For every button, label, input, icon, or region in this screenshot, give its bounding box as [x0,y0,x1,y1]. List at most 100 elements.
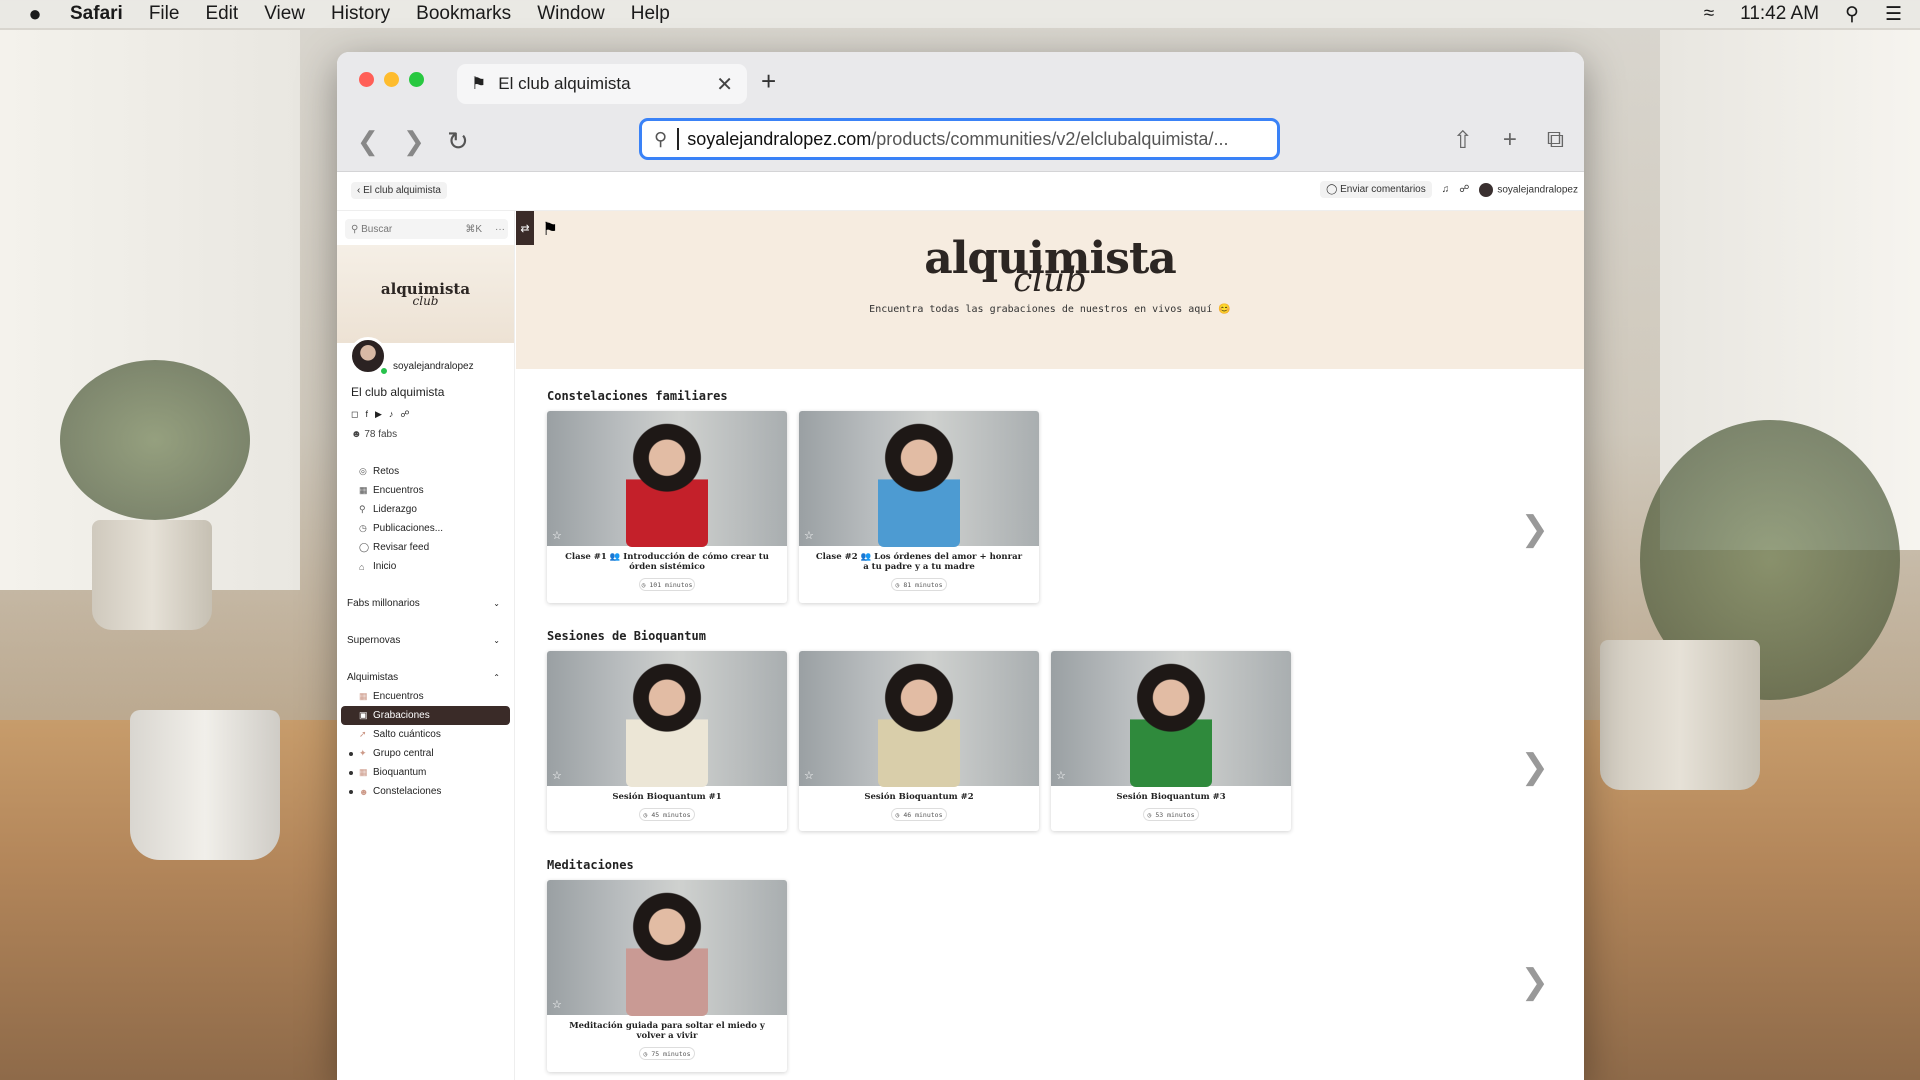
menu-edit[interactable]: Edit [205,3,238,25]
recording-card[interactable]: ☆ Sesión Bioquantum #1 ◷ 45 minutos [547,651,787,831]
recording-card[interactable]: ☆ Meditación guiada para soltar el miedo… [547,880,787,1072]
reload-icon[interactable]: ↻ [447,126,469,157]
group-supernovas[interactable]: Supernovas ⌄ [337,631,514,650]
clock-icon: ◷ [359,523,367,533]
instagram-icon[interactable]: ◻ [351,409,358,420]
menu-help[interactable]: Help [631,3,670,25]
user-menu[interactable]: soyalejandralopez [1479,182,1578,197]
menu-safari[interactable]: Safari [70,3,123,25]
chat-icon: ◯ [359,542,370,552]
menubar-clock[interactable]: 11:42 AM [1740,3,1819,25]
search-input[interactable]: ⚲ Buscar ⌘K ··· [345,219,508,239]
browser-tab[interactable]: ⚑ El club alquimista ✕ [457,64,747,104]
calendar-icon: ▦ [359,485,368,495]
presenter-image [626,663,708,787]
menu-history[interactable]: History [331,3,390,25]
back-to-community-link[interactable]: ‹ El club alquimista [351,182,447,199]
address-bar[interactable]: ⚲ soyalejandralopez.com /products/commun… [639,118,1280,160]
members-label: 78 fabs [364,429,398,440]
trophy-icon: ⚲ [359,504,366,514]
grid-icon: ▦ [359,767,368,777]
group-label: Alquimistas [347,672,399,683]
sidebar-item-bioquantum[interactable]: ▦ Bioquantum [337,763,514,782]
tiktok-icon[interactable]: ♪ [389,409,394,420]
sidebar-item-salto-cuanticos[interactable]: ➚ Salto cuánticos [337,725,514,744]
menu-bookmarks[interactable]: Bookmarks [416,3,511,25]
sidebar-item-grupo-central[interactable]: ✦ Grupo central [337,744,514,763]
add-tab-icon[interactable]: + [1503,126,1517,155]
menu-bar: ● Safari File Edit View History Bookmark… [0,0,1920,28]
shop-icon[interactable]: ☍ [400,409,409,420]
section-meditaciones: Meditaciones ☆ Meditación guiada para so… [547,858,1577,1072]
star-icon[interactable]: ☆ [552,529,562,542]
sparkle-icon: ✦ [359,748,367,758]
star-icon[interactable]: ☆ [552,769,562,782]
close-tab-icon[interactable]: ✕ [716,72,733,97]
bell-icon[interactable]: ♫ [1442,184,1450,195]
forward-arrow-icon[interactable]: ❯ [403,126,425,157]
sidebar-toggle-button[interactable]: ⇄ [516,211,534,245]
page-topbar: ‹ El club alquimista ◯ Enviar comentario… [337,173,1584,211]
profile-username[interactable]: soyalejandralopez [393,361,474,372]
star-icon[interactable]: ☆ [804,529,814,542]
avatar [1479,182,1494,197]
chevron-right-icon[interactable]: ❯ [1521,747,1550,787]
hero-description: Encuentra todas las grabaciones de nuest… [869,304,1231,315]
sidebar-item-label: Bioquantum [373,767,427,778]
chevron-right-icon[interactable]: ❯ [1521,962,1550,1002]
star-icon[interactable]: ☆ [1056,769,1066,782]
card-row: ☆ Sesión Bioquantum #1 ◷ 45 minutos ☆ Se… [547,651,1577,831]
sidebar-item-encuentros[interactable]: ▦ Encuentros [337,481,514,500]
members-count[interactable]: ☻ 78 fabs [337,429,514,440]
card-title: Clase #1 👥 Introducción de cómo crear tu… [565,552,769,572]
sidebar-item-inicio[interactable]: ⌂ Inicio [337,557,514,576]
more-options-button[interactable]: ··· [490,224,510,235]
group-alquimistas[interactable]: Alquimistas ⌃ [337,668,514,687]
target-icon: ◎ [359,466,367,476]
sidebar-item-grabaciones[interactable]: ▣ Grabaciones [341,706,510,725]
duration-badge: ◷ 45 minutos [639,808,695,821]
star-icon[interactable]: ☆ [804,769,814,782]
recording-card[interactable]: ☆ Clase #1 👥 Introducción de cómo crear … [547,411,787,603]
minimize-window-button[interactable] [384,72,399,87]
browser-window: ⚑ El club alquimista ✕ + ❮ ❯ ↻ ⚲ soyalej… [337,52,1584,1080]
wifi-icon[interactable]: ≈ [1704,3,1714,25]
facebook-icon[interactable]: f [365,409,368,420]
spotlight-search-icon[interactable]: ⚲ [1845,3,1859,26]
close-window-button[interactable] [359,72,374,87]
sidebar: ⚲ Buscar ⌘K ··· alquimista club soyaleja… [337,211,515,1080]
youtube-icon[interactable]: ▶ [375,409,382,420]
duration-label: 46 minutos [903,810,943,819]
sidebar-item-retos[interactable]: ◎ Retos [337,462,514,481]
sidebar-item-encuentros-group[interactable]: ▦ Encuentros [337,687,514,706]
tab-overview-icon[interactable]: ⧉ [1547,126,1564,155]
recording-card[interactable]: ☆ Sesión Bioquantum #3 ◷ 53 minutos [1051,651,1291,831]
window-controls [359,72,424,87]
group-fabs-millonarios[interactable]: Fabs millonarios ⌄ [337,594,514,613]
sidebar-item-label: Liderazgo [373,504,417,515]
share-icon[interactable]: ⇧ [1453,126,1473,155]
presenter-image [1130,663,1212,787]
apple-logo-icon[interactable]: ● [0,1,70,27]
menu-window[interactable]: Window [537,3,605,25]
sidebar-item-revisar-feed[interactable]: ◯ Revisar feed [337,538,514,557]
zoom-window-button[interactable] [409,72,424,87]
background-plant-left [60,360,250,520]
sidebar-item-constelaciones[interactable]: ☻ Constelaciones [337,782,514,801]
rocket-icon: ➚ [359,729,367,739]
control-center-icon[interactable]: ☰ [1885,3,1902,26]
new-tab-icon[interactable]: + [761,66,776,97]
sidebar-item-liderazgo[interactable]: ⚲ Liderazgo [337,500,514,519]
sidebar-item-publicaciones[interactable]: ◷ Publicaciones... [337,519,514,538]
send-feedback-button[interactable]: ◯ Enviar comentarios [1320,181,1432,198]
menu-file[interactable]: File [149,3,180,25]
menu-view[interactable]: View [264,3,305,25]
star-icon[interactable]: ☆ [552,998,562,1011]
recording-card[interactable]: ☆ Sesión Bioquantum #2 ◷ 46 minutos [799,651,1039,831]
chevron-down-icon: ⌄ [493,636,500,645]
recording-card[interactable]: ☆ Clase #2 👥 Los órdenes del amor + honr… [799,411,1039,603]
chevron-right-icon[interactable]: ❯ [1521,509,1550,549]
back-arrow-icon[interactable]: ❮ [357,126,379,157]
online-status-icon [380,367,388,375]
cart-icon[interactable]: ☍ [1459,184,1469,195]
